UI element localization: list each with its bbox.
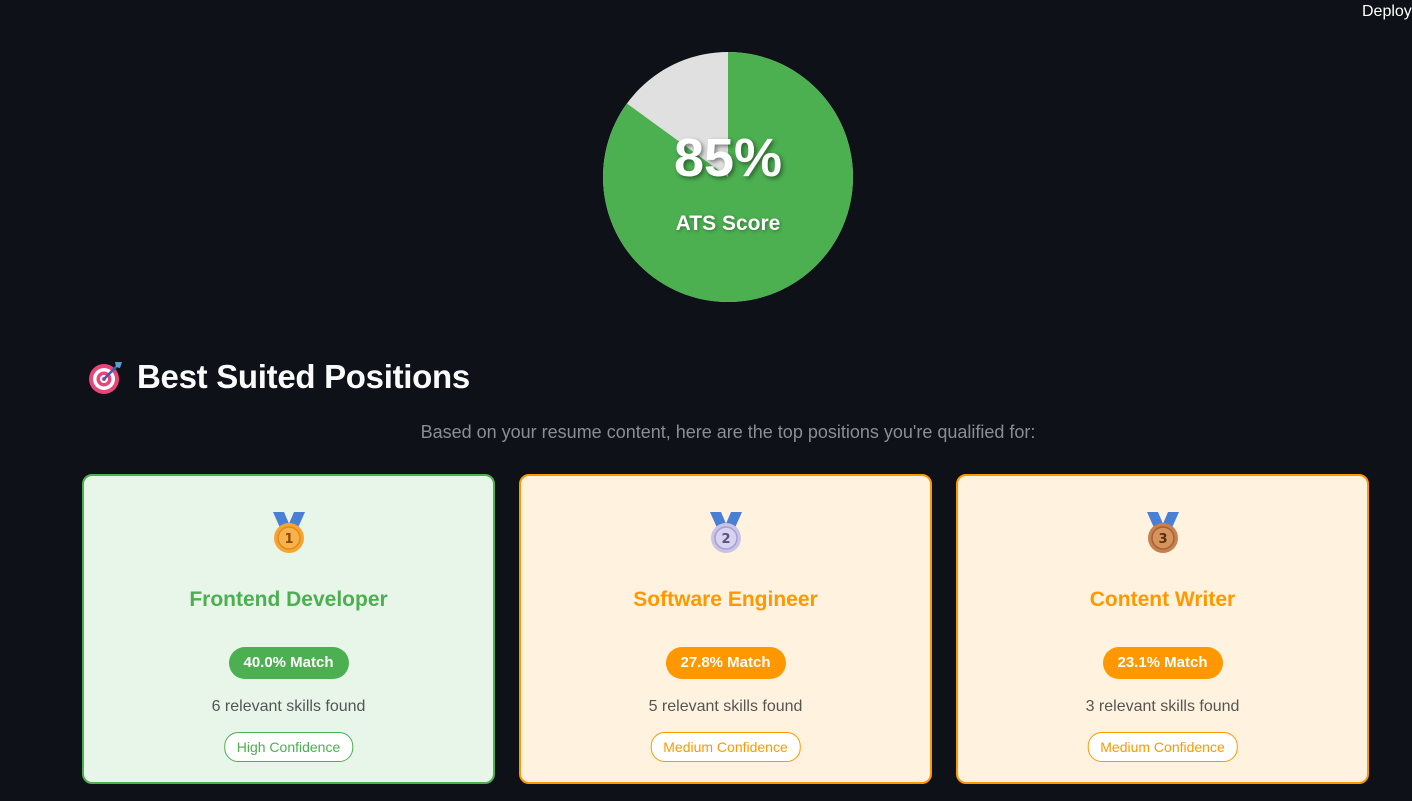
position-title: Software Engineer	[633, 588, 818, 611]
svg-text:1: 1	[284, 532, 293, 547]
section-subtitle: Based on your resume content, here are t…	[420, 422, 1036, 442]
svg-text:3: 3	[1158, 532, 1167, 547]
position-card-software-engineer: 2 Software Engineer 27.8% Match 5 releva…	[519, 474, 932, 784]
confidence-badge: High Confidence	[223, 732, 354, 762]
position-card-frontend-developer: 1 Frontend Developer 40.0% Match 6 relev…	[82, 474, 495, 784]
svg-text:2: 2	[721, 532, 730, 547]
match-badge: 40.0% Match	[228, 647, 349, 679]
silver-medal-icon: 2	[709, 512, 742, 553]
ats-score-gauge: 85% ATS Score	[603, 52, 853, 302]
direct-hit-target-icon	[89, 362, 122, 394]
confidence-badge: Medium Confidence	[650, 732, 801, 762]
skills-count: 5 relevant skills found	[648, 698, 803, 715]
position-title: Frontend Developer	[189, 588, 388, 611]
match-badge: 23.1% Match	[1102, 647, 1223, 679]
position-card-content-writer: 3 Content Writer 23.1% Match 3 relevant …	[956, 474, 1369, 784]
bronze-medal-icon: 3	[1146, 512, 1179, 553]
ats-score-pie	[603, 52, 853, 302]
match-badge: 27.8% Match	[665, 647, 786, 679]
skills-count: 3 relevant skills found	[1085, 698, 1240, 715]
deploy-button[interactable]: Deploy	[1362, 3, 1412, 21]
positions-list: 1 Frontend Developer 40.0% Match 6 relev…	[82, 474, 1374, 788]
skills-count: 6 relevant skills found	[211, 698, 366, 715]
position-title: Content Writer	[1089, 588, 1236, 611]
best-positions-header: Best Suited Positions	[87, 356, 470, 398]
app-page: Deploy 85% ATS Score Best Suited Positio…	[0, 0, 1412, 801]
gold-medal-icon: 1	[272, 512, 305, 553]
confidence-badge: Medium Confidence	[1087, 732, 1238, 762]
section-title: Best Suited Positions	[137, 358, 470, 395]
